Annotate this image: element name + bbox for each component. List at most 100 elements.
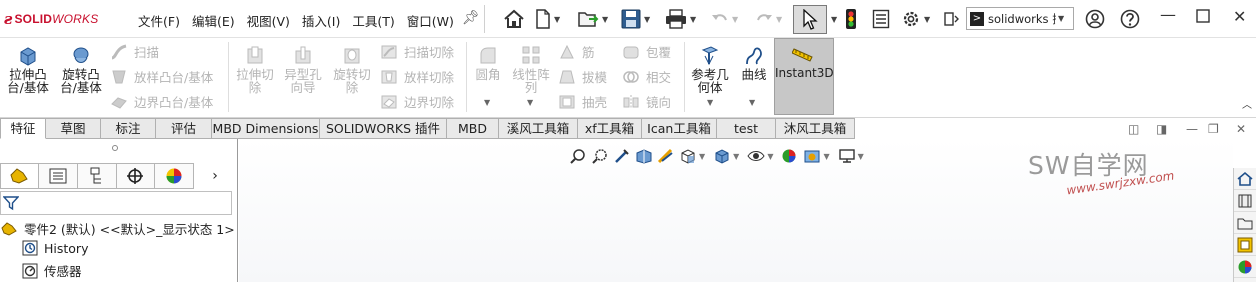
boundary-cut-button[interactable]: 边界切除 xyxy=(380,92,454,111)
options-gear-icon[interactable]: ▼ xyxy=(901,7,930,31)
boundary-boss-button[interactable]: 边界凸台/基体 xyxy=(110,92,213,111)
tab-mufeng-toolbox[interactable]: 沐风工具箱 xyxy=(776,118,855,139)
pin-menu-icon[interactable]: 📌︎ xyxy=(462,10,480,26)
reference-geometry-dropdown-icon[interactable]: ▼ xyxy=(707,98,713,107)
tab-scroll-right-icon[interactable]: ◨ xyxy=(1156,122,1167,136)
feature-manager-tab[interactable] xyxy=(0,163,39,189)
hide-show-dropdown-icon[interactable]: ▼ xyxy=(767,152,773,161)
print-dropdown-icon[interactable]: ▼ xyxy=(690,15,696,24)
menu-edit[interactable]: 编辑(E) xyxy=(192,11,235,30)
shell-button[interactable]: 抽壳 xyxy=(558,92,607,111)
tab-scroll-left-icon[interactable]: ◫ xyxy=(1128,122,1139,136)
curves-button[interactable]: 曲线 xyxy=(738,44,770,81)
tab-mbd[interactable]: MBD xyxy=(447,118,499,139)
menu-view[interactable]: 视图(V) xyxy=(247,11,290,30)
edit-appearance-icon[interactable] xyxy=(779,146,801,166)
menu-tools[interactable]: 工具(T) xyxy=(352,11,394,30)
home-icon[interactable] xyxy=(503,7,525,31)
command-search-mode-icon[interactable] xyxy=(944,7,960,31)
view-orientation-dropdown-icon[interactable]: ▼ xyxy=(699,152,705,161)
doc-restore-icon[interactable]: ❐ xyxy=(1208,122,1219,136)
menu-insert[interactable]: 插入(I) xyxy=(302,11,340,30)
tab-sketch[interactable]: 草图 xyxy=(46,118,101,139)
hide-show-items-icon[interactable] xyxy=(745,146,767,166)
extrude-cut-button[interactable]: 拉伸切 除 xyxy=(233,44,277,94)
instant3d-button[interactable]: Instant3D xyxy=(774,38,834,115)
help-icon[interactable] xyxy=(1120,7,1140,31)
tab-ican-toolbox[interactable]: Ican工具箱 xyxy=(642,118,717,139)
save-dropdown-icon[interactable]: ▼ xyxy=(644,15,650,24)
swept-cut-button[interactable]: 扫描切除 xyxy=(380,42,454,61)
reference-geometry-button[interactable]: 参考几 何体 xyxy=(688,44,732,94)
pattern-dropdown-icon[interactable]: ▼ xyxy=(527,98,533,107)
apply-scene-icon[interactable] xyxy=(801,146,823,166)
sweep-button[interactable]: 扫描 xyxy=(110,42,159,61)
tab-xifeng-toolbox[interactable]: 溪风工具箱 xyxy=(499,118,578,139)
select-pointer-button[interactable] xyxy=(793,5,827,34)
options-dropdown-icon[interactable]: ▼ xyxy=(924,15,930,24)
curves-dropdown-icon[interactable]: ▼ xyxy=(749,98,755,107)
menu-window[interactable]: 窗口(W) xyxy=(407,11,454,30)
menu-file[interactable]: 文件(F) xyxy=(138,11,180,30)
doc-close-icon[interactable]: ✕ xyxy=(1236,122,1246,136)
tab-xf-toolbox[interactable]: xf工具箱 xyxy=(578,118,642,139)
appearances-scenes-icon[interactable] xyxy=(1234,256,1256,278)
linear-pattern-button[interactable]: 线性阵 列 xyxy=(509,44,553,94)
select-dropdown-icon[interactable]: ▼ xyxy=(831,15,837,24)
undo-icon[interactable]: ▼ xyxy=(711,7,738,31)
minimize-window-icon[interactable]: — xyxy=(1160,5,1176,24)
property-manager-tab[interactable] xyxy=(38,163,78,189)
view-settings-icon[interactable] xyxy=(836,146,858,166)
tree-part-node[interactable]: 零件2 (默认) <<默认>_显示状态 1> xyxy=(0,219,235,238)
view-settings-dropdown-icon[interactable]: ▼ xyxy=(858,152,864,161)
mirror-button[interactable]: 镜向 xyxy=(622,92,671,111)
dynamic-annotation-views-icon[interactable] xyxy=(655,146,677,166)
traffic-light-icon[interactable] xyxy=(845,7,857,31)
tab-evaluate[interactable]: 评估 xyxy=(156,118,212,139)
intersect-button[interactable]: 相交 xyxy=(622,67,671,86)
collapse-ribbon-icon[interactable]: ︿ xyxy=(1242,96,1252,111)
fillet-dropdown-icon[interactable]: ▼ xyxy=(484,98,490,107)
draft-button[interactable]: 拔模 xyxy=(558,67,607,86)
display-manager-tab[interactable] xyxy=(155,163,195,189)
search-dropdown-icon[interactable]: ▼ xyxy=(1058,14,1064,23)
tree-sensors-node[interactable]: 传感器 xyxy=(22,261,82,280)
section-view-icon[interactable] xyxy=(633,146,655,166)
revolve-boss-button[interactable]: 旋转凸 台/基体 xyxy=(58,44,104,94)
apply-scene-dropdown-icon[interactable]: ▼ xyxy=(823,152,829,161)
fillet-button[interactable]: 圆角 xyxy=(471,44,505,81)
doc-minimize-icon[interactable]: — xyxy=(1186,122,1198,136)
zoom-to-area-icon[interactable] xyxy=(589,146,611,166)
save-icon[interactable]: ▼ xyxy=(621,7,650,31)
configuration-manager-tab[interactable] xyxy=(77,163,117,189)
maximize-window-icon[interactable] xyxy=(1196,8,1210,27)
new-dropdown-icon[interactable]: ▼ xyxy=(554,15,560,24)
tree-history-node[interactable]: History xyxy=(22,240,88,256)
tab-mbd-dimensions[interactable]: MBD Dimensions xyxy=(212,118,320,139)
zoom-to-fit-icon[interactable] xyxy=(567,146,589,166)
solidworks-logo[interactable]: ƨ SOLIDWORKS xyxy=(4,10,98,28)
redo-icon[interactable]: ▼ xyxy=(755,7,782,31)
wrap-button[interactable]: 包覆 xyxy=(622,42,671,61)
solidworks-resources-icon[interactable] xyxy=(1234,168,1256,190)
rib-button[interactable]: 筋 xyxy=(558,42,595,61)
user-account-icon[interactable] xyxy=(1085,7,1105,31)
revolve-cut-button[interactable]: 旋转切 除 xyxy=(330,44,374,94)
open-icon[interactable]: ▼ xyxy=(577,7,608,31)
extrude-boss-button[interactable]: 拉伸凸 台/基体 xyxy=(6,44,50,94)
design-library-icon[interactable] xyxy=(1234,190,1256,212)
lofted-cut-button[interactable]: 放样切除 xyxy=(380,67,454,86)
loft-button[interactable]: 放样凸台/基体 xyxy=(110,67,213,86)
feature-tree-filter[interactable] xyxy=(0,191,232,215)
file-explorer-icon[interactable] xyxy=(1234,212,1256,234)
new-document-icon[interactable]: ▼ xyxy=(535,7,560,31)
open-dropdown-icon[interactable]: ▼ xyxy=(602,15,608,24)
tab-markup[interactable]: 标注 xyxy=(101,118,156,139)
more-tabs-icon[interactable]: › xyxy=(194,163,236,189)
redo-dropdown-icon[interactable]: ▼ xyxy=(776,15,782,24)
pane-splitter-handle[interactable] xyxy=(112,145,118,151)
print-icon[interactable]: ▼ xyxy=(665,7,696,31)
view-orientation-icon[interactable] xyxy=(677,146,699,166)
search-input[interactable]: solidworks 搜索命令 xyxy=(988,11,1056,27)
dimxpert-manager-tab[interactable] xyxy=(116,163,156,189)
